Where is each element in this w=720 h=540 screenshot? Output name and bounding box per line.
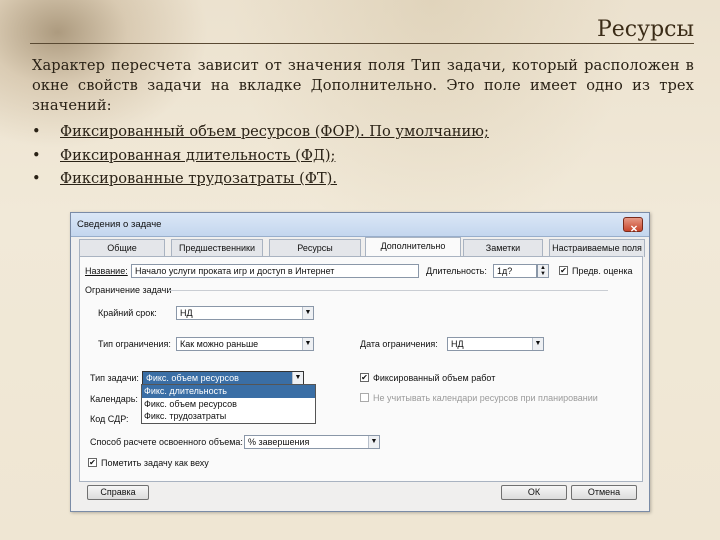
checkmark-icon: ✔	[560, 266, 567, 275]
earned-value-dropdown[interactable]: % завершения ▼	[244, 435, 380, 449]
slide-title: Ресурсы	[596, 17, 694, 42]
tab-predecessors[interactable]: Предшественники	[171, 239, 263, 257]
tab-advanced[interactable]: Дополнительно	[365, 237, 461, 258]
effort-driven-checkbox[interactable]: ✔	[360, 373, 369, 382]
constraint-type-label: Тип ограничения:	[98, 339, 171, 349]
bullet-text: Фиксированные трудозатраты (ФТ).	[60, 170, 338, 187]
tab-custom-fields[interactable]: Настраиваемые поля	[549, 239, 645, 257]
ok-button[interactable]: ОК	[501, 485, 567, 500]
name-label: Название:	[85, 266, 128, 276]
tab-resources[interactable]: Ресурсы	[269, 239, 361, 257]
deadline-dropdown[interactable]: НД ▼	[176, 306, 314, 320]
deadline-label: Крайний срок:	[98, 308, 157, 318]
earned-value-label: Способ расчете освоенного объема:	[90, 437, 243, 447]
estimate-checkbox[interactable]: ✔	[559, 266, 568, 275]
dialog-title: Сведения о задаче	[77, 219, 162, 230]
constraint-date-value: НД	[451, 339, 464, 349]
chevron-down-icon: ▼	[302, 338, 313, 350]
close-icon: ✕	[630, 224, 638, 235]
task-type-option[interactable]: Фикс. длительность	[142, 385, 315, 398]
tab-notes[interactable]: Заметки	[463, 239, 543, 257]
task-type-dropdown[interactable]: Фикс. объем ресурсов ▼	[142, 371, 304, 385]
bullet-item: • Фиксированный объем ресурсов (ФОР). По …	[32, 120, 489, 144]
duration-spinner[interactable]: ▲ ▼	[537, 264, 549, 278]
calendar-label: Календарь:	[90, 394, 138, 404]
task-info-dialog: Сведения о задаче ✕ Общие Предшественник…	[70, 212, 650, 512]
estimate-label: Предв. оценка	[572, 266, 633, 276]
chevron-down-icon: ▼	[302, 307, 313, 319]
advanced-panel: Название: Начало услуги проката игр и до…	[79, 256, 643, 482]
task-type-value: Фикс. объем ресурсов	[146, 373, 239, 383]
ignore-calendar-checkbox[interactable]	[360, 393, 369, 402]
checkmark-icon: ✔	[89, 458, 96, 467]
close-button[interactable]: ✕	[623, 217, 643, 235]
chevron-down-icon: ▼	[532, 338, 543, 350]
milestone-checkbox[interactable]: ✔	[88, 458, 97, 467]
ignore-calendar-label: Не учитывать календари ресурсов при план…	[373, 393, 598, 403]
constraint-type-value: Как можно раньше	[180, 339, 259, 349]
task-type-option[interactable]: Фикс. трудозатраты	[142, 410, 315, 423]
cancel-button[interactable]: Отмена	[571, 485, 637, 500]
spin-down-icon: ▼	[540, 271, 546, 277]
bullet-list: • Фиксированный объем ресурсов (ФОР). По …	[32, 120, 489, 191]
checkmark-icon: ✔	[361, 373, 368, 382]
constraint-type-dropdown[interactable]: Как можно раньше ▼	[176, 337, 314, 351]
wbs-label: Код СДР:	[90, 414, 129, 424]
constraint-date-label: Дата ограничения:	[360, 339, 438, 349]
group-divider	[168, 290, 608, 291]
chevron-down-icon: ▼	[292, 372, 303, 384]
task-type-option[interactable]: Фикс. объем ресурсов	[142, 398, 315, 411]
duration-label: Длительность:	[426, 266, 487, 276]
bullet-item: • Фиксированные трудозатраты (ФТ).	[32, 167, 489, 191]
milestone-label: Пометить задачу как веху	[101, 458, 209, 468]
constraint-date-dropdown[interactable]: НД ▼	[447, 337, 544, 351]
bullet-text: Фиксированная длительность (ФД);	[60, 146, 336, 164]
slide-paragraph: Характер пересчета зависит от значения п…	[32, 57, 694, 114]
task-type-label: Тип задачи:	[90, 373, 139, 383]
task-type-options-list: Фикс. длительность Фикс. объем ресурсов …	[141, 384, 316, 424]
constraint-group-label: Ограничение задачи	[85, 285, 172, 295]
earned-value-value: % завершения	[248, 437, 310, 447]
tab-bar: Общие Предшественники Ресурсы Дополнител…	[79, 237, 645, 258]
help-button[interactable]: Справка	[87, 485, 149, 500]
title-divider	[30, 43, 694, 44]
bullet-item: • Фиксированная длительность (ФД);	[32, 144, 489, 168]
bullet-text: Фиксированный объем ресурсов (ФОР). По у…	[60, 123, 489, 140]
tab-general[interactable]: Общие	[79, 239, 165, 257]
chevron-down-icon: ▼	[368, 436, 379, 448]
duration-field[interactable]: 1д?	[493, 264, 537, 278]
effort-driven-label: Фиксированный объем работ	[373, 373, 496, 383]
deadline-value: НД	[180, 308, 193, 318]
dialog-title-bar: Сведения о задаче ✕	[71, 213, 649, 237]
name-field[interactable]: Начало услуги проката игр и доступ в Инт…	[131, 264, 419, 278]
